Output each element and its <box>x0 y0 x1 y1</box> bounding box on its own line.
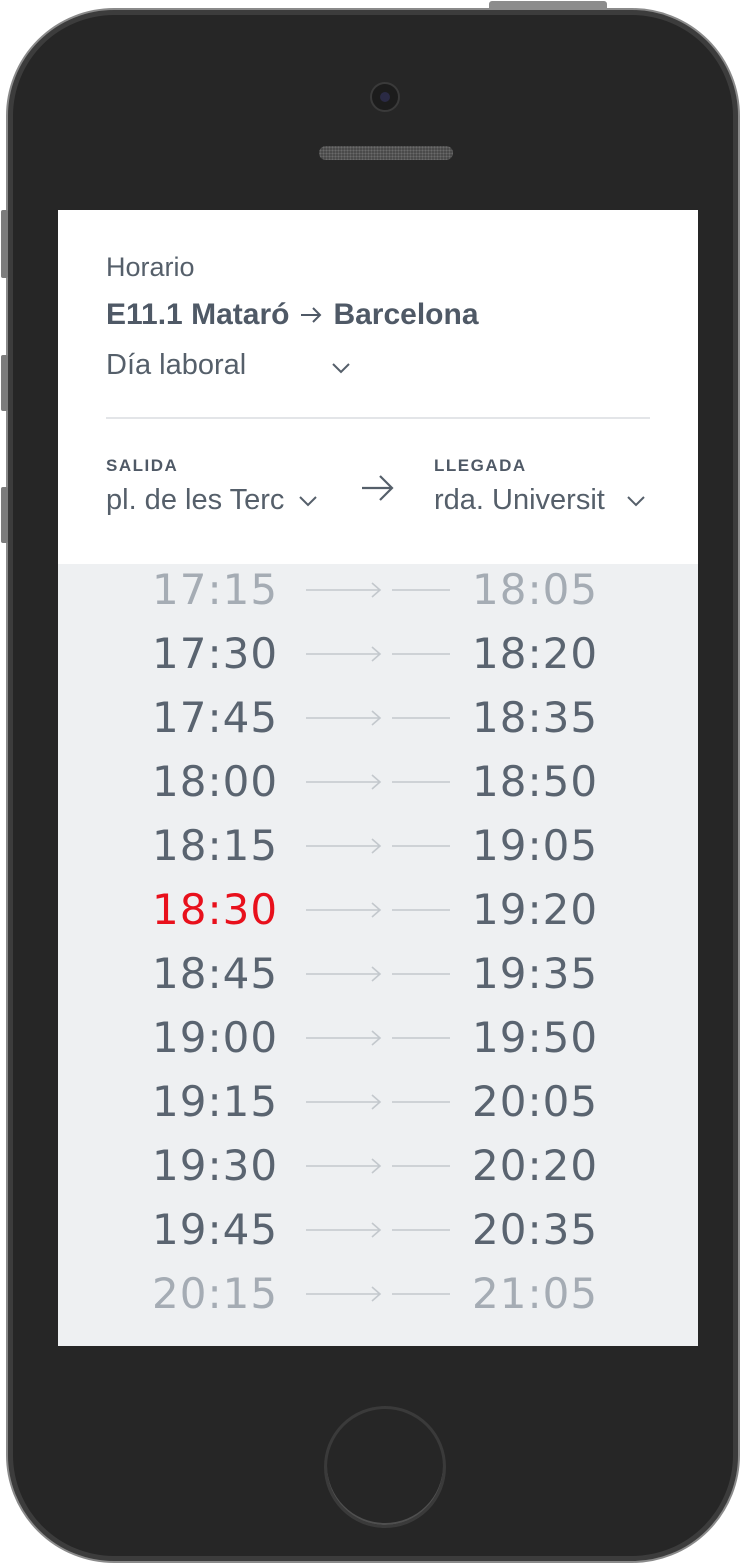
departure-time: 18:45 <box>152 949 279 998</box>
arrival-time: 18:05 <box>472 565 599 614</box>
power-button[interactable] <box>489 1 607 10</box>
trip-arrow-icon <box>304 1028 452 1052</box>
arrival-time: 21:05 <box>472 1269 599 1318</box>
departure-time: 17:15 <box>152 565 279 614</box>
departure-stop: SALIDA pl. de les Terc <box>106 456 318 517</box>
header-label: Horario <box>106 252 195 282</box>
trip-arrow-icon <box>304 1284 452 1308</box>
departure-time: 19:00 <box>152 1013 279 1062</box>
chevron-down-icon <box>331 349 351 382</box>
trip-row[interactable]: 18:15 19:05 <box>58 816 698 876</box>
trip-arrow-icon <box>304 836 452 860</box>
trip-arrow-icon <box>304 1092 452 1116</box>
departure-time: 17:30 <box>152 629 279 678</box>
departure-time: 18:15 <box>152 821 279 870</box>
arrival-time: 20:35 <box>472 1205 599 1254</box>
schedule-header: Horario E11.1 Mataró Barcelona Día labor… <box>58 210 698 564</box>
day-type-select[interactable]: Día laboral <box>106 345 351 385</box>
departure-time: 19:30 <box>152 1141 279 1190</box>
arrival-time: 20:20 <box>472 1141 599 1190</box>
chevron-down-icon <box>626 495 646 507</box>
departure-time: 19:45 <box>152 1205 279 1254</box>
app-screen: 17:15 18:05 17:30 18:20 17:45 18:35 18:00 18:50… <box>58 210 698 1346</box>
arrival-stop-value: rda. Universit <box>434 484 605 516</box>
trip-arrow-icon <box>304 644 452 668</box>
trip-arrow-icon <box>304 1156 452 1180</box>
earpiece-speaker <box>319 146 453 160</box>
trip-row[interactable]: 17:15 18:05 <box>58 560 698 620</box>
arrival-time: 19:20 <box>472 885 599 934</box>
home-button[interactable] <box>324 1406 446 1528</box>
direction-arrow-icon <box>360 472 396 508</box>
departure-stop-value: pl. de les Terc <box>106 484 285 516</box>
route-destination: Barcelona <box>333 298 479 331</box>
arrival-stop: LLEGADA rda. Universit <box>434 456 646 517</box>
departure-caption: SALIDA <box>106 456 179 475</box>
route-arrow-icon <box>299 305 323 325</box>
trip-arrow-icon <box>304 900 452 924</box>
arrival-time: 18:20 <box>472 629 599 678</box>
volume-up-button[interactable] <box>1 355 8 411</box>
trip-row[interactable]: 19:30 20:20 <box>58 1136 698 1196</box>
departure-time: 19:15 <box>152 1077 279 1126</box>
line-code: E11.1 <box>106 298 183 331</box>
header-divider <box>106 417 650 419</box>
front-camera <box>370 82 400 112</box>
arrival-caption: LLEGADA <box>434 456 527 475</box>
trip-row[interactable]: 17:45 18:35 <box>58 688 698 748</box>
route-origin: Mataró <box>191 298 290 331</box>
trip-arrow-icon <box>304 964 452 988</box>
departure-time: 18:30 <box>152 885 279 934</box>
chevron-down-icon <box>298 495 318 507</box>
arrival-time: 19:05 <box>472 821 599 870</box>
trip-arrow-icon <box>304 772 452 796</box>
departure-stop-select[interactable]: pl. de les Terc <box>106 484 318 517</box>
day-type-value: Día laboral <box>106 348 247 381</box>
arrival-time: 19:35 <box>472 949 599 998</box>
trip-row[interactable]: 19:15 20:05 <box>58 1072 698 1132</box>
departure-time: 17:45 <box>152 693 279 742</box>
arrival-time: 20:05 <box>472 1077 599 1126</box>
mute-switch[interactable] <box>1 210 8 278</box>
trip-row[interactable]: 17:30 18:20 <box>58 624 698 684</box>
trip-row[interactable]: 18:30 19:20 <box>58 880 698 940</box>
trip-row[interactable]: 19:00 19:50 <box>58 1008 698 1068</box>
volume-down-button[interactable] <box>1 487 8 543</box>
trip-arrow-icon <box>304 708 452 732</box>
trip-row[interactable]: 19:45 20:35 <box>58 1200 698 1260</box>
arrival-time: 19:50 <box>472 1013 599 1062</box>
departure-time: 20:15 <box>152 1269 279 1318</box>
arrival-time: 18:50 <box>472 757 599 806</box>
trip-row[interactable]: 18:00 18:50 <box>58 752 698 812</box>
arrival-time: 18:35 <box>472 693 599 742</box>
trip-row[interactable]: 18:45 19:35 <box>58 944 698 1004</box>
departure-time: 18:00 <box>152 757 279 806</box>
arrival-stop-select[interactable]: rda. Universit <box>434 484 646 517</box>
trip-arrow-icon <box>304 1220 452 1244</box>
route-title: E11.1 Mataró Barcelona <box>106 298 479 332</box>
trip-row[interactable]: 20:15 21:05 <box>58 1264 698 1324</box>
trip-arrow-icon <box>304 580 452 604</box>
